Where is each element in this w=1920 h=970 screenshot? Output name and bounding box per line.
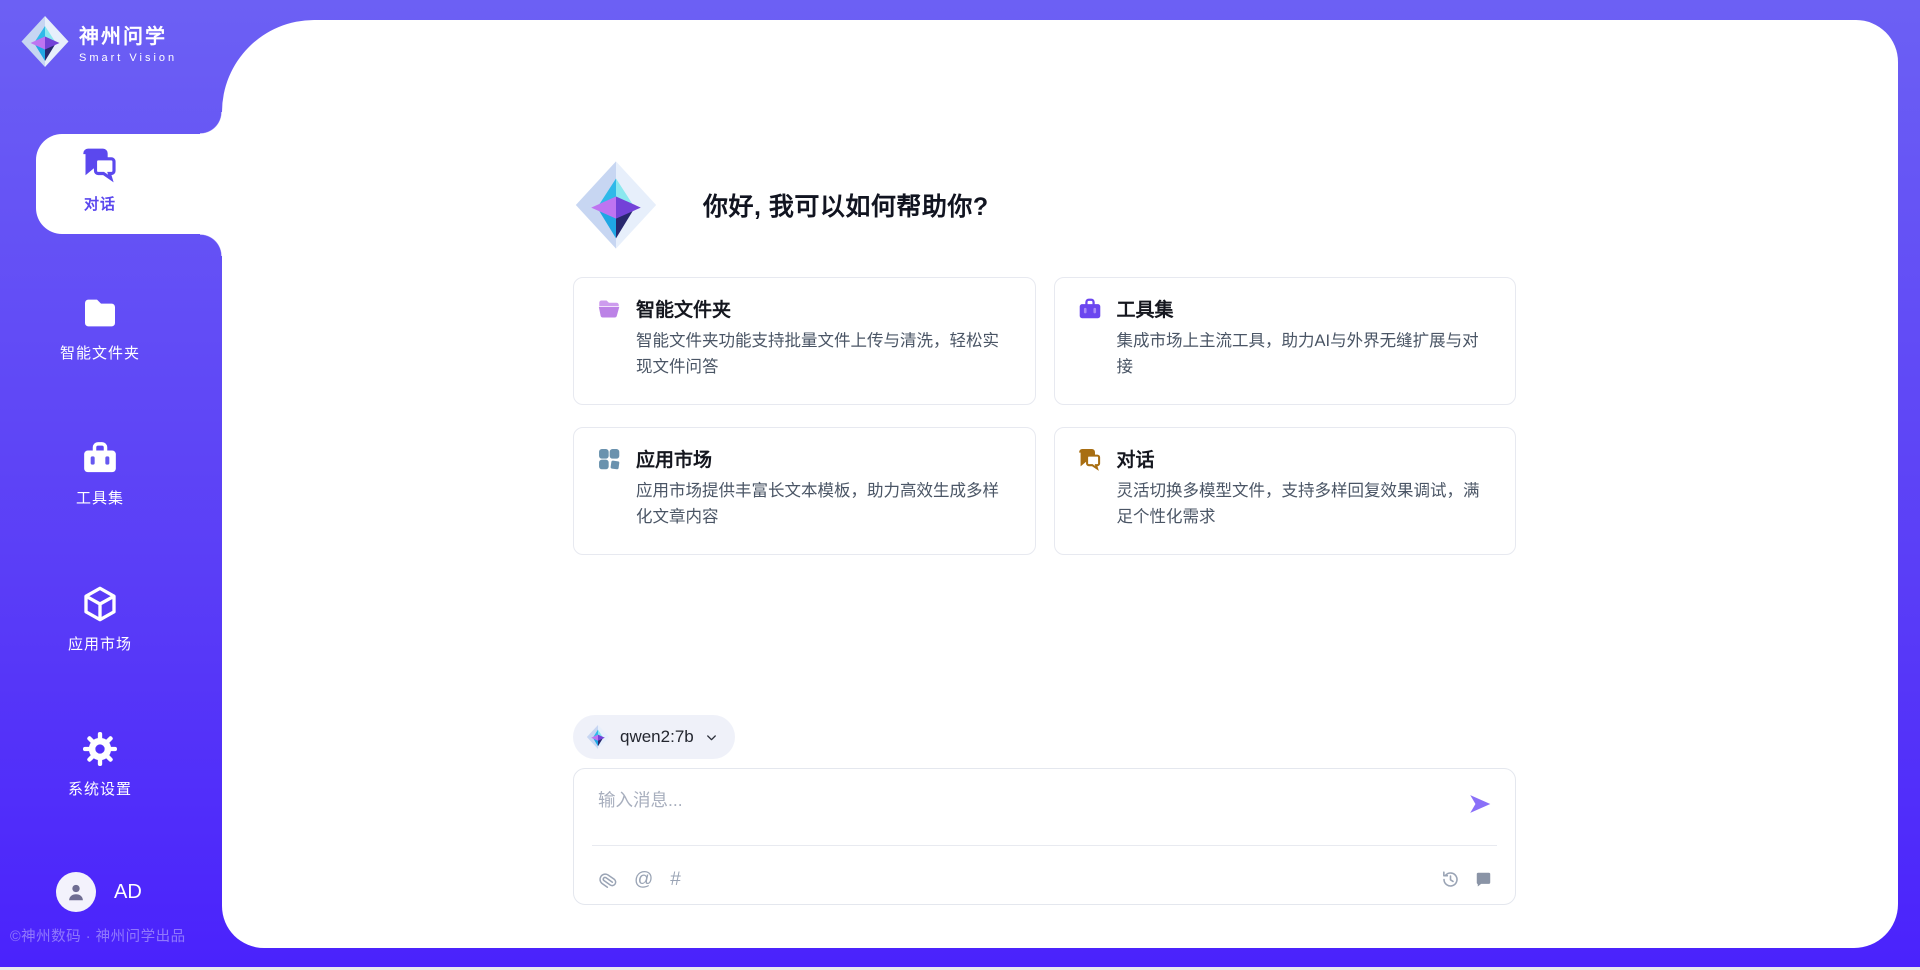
card-title: 对话: [1117, 445, 1155, 472]
app-logo: 神州问学 Smart Vision: [20, 14, 177, 69]
at-sign-icon[interactable]: @: [634, 870, 653, 889]
card-description: 灵活切换多模型文件，支持多样回复效果调试，满足个性化需求: [1117, 479, 1494, 530]
toolbox-icon: [1077, 296, 1103, 322]
composer-tools-left: @ #: [598, 870, 681, 889]
chat-square-icon[interactable]: [1474, 870, 1493, 889]
hash-icon[interactable]: #: [670, 870, 681, 889]
user-name: AD: [114, 881, 142, 904]
card-description: 集成市场上主流工具，助力AI与外界无缝扩展与对接: [1117, 329, 1494, 380]
model-selector[interactable]: qwen2:7b: [573, 715, 735, 759]
sidebar-item-smart-folder[interactable]: 智能文件夹: [0, 293, 200, 363]
card-title: 工具集: [1117, 295, 1174, 322]
card-chat[interactable]: 对话 灵活切换多模型文件，支持多样回复效果调试，满足个性化需求: [1054, 427, 1517, 555]
message-input[interactable]: [574, 769, 1394, 839]
composer-divider: [592, 845, 1497, 846]
brand-name: 神州问学: [79, 20, 177, 49]
gem-diamond-icon: [20, 14, 70, 69]
folder-icon: [80, 293, 120, 333]
sidebar-item-label: 应用市场: [68, 633, 132, 654]
apps-grid-icon: [596, 446, 622, 472]
sidebar-item-settings[interactable]: 系统设置: [0, 729, 200, 799]
card-smart-folder[interactable]: 智能文件夹 智能文件夹功能支持批量文件上传与清洗，轻松实现文件问答: [573, 277, 1036, 405]
paperclip-icon[interactable]: [598, 870, 617, 889]
gem-diamond-icon: [573, 158, 659, 252]
sidebar-item-label: 系统设置: [68, 778, 132, 799]
message-composer: @ #: [573, 768, 1516, 905]
gem-diamond-icon: [586, 724, 610, 750]
sidebar-item-toolbox[interactable]: 工具集: [0, 438, 200, 508]
send-button[interactable]: [1467, 791, 1493, 817]
user-account[interactable]: AD: [56, 872, 142, 912]
feature-cards: 智能文件夹 智能文件夹功能支持批量文件上传与清洗，轻松实现文件问答 工具集 集成…: [573, 277, 1516, 555]
toolbox-icon: [80, 438, 120, 478]
cube-icon: [80, 584, 120, 624]
card-app-market[interactable]: 应用市场 应用市场提供丰富长文本模板，助力高效生成多样化文章内容: [573, 427, 1036, 555]
person-icon: [65, 881, 87, 903]
folder-icon: [596, 296, 622, 322]
chat-bubbles-icon: [80, 144, 120, 184]
sidebar-item-label: 智能文件夹: [60, 342, 140, 363]
send-icon: [1467, 791, 1493, 817]
composer-tools-right: [1441, 870, 1493, 889]
history-icon[interactable]: [1441, 870, 1460, 889]
tab-fillet-bottom: [200, 234, 222, 256]
card-description: 应用市场提供丰富长文本模板，助力高效生成多样化文章内容: [636, 479, 1013, 530]
greeting: 你好, 我可以如何帮助你?: [573, 158, 989, 252]
gear-icon: [80, 729, 120, 769]
card-title: 应用市场: [636, 445, 712, 472]
model-name: qwen2:7b: [620, 727, 694, 747]
card-description: 智能文件夹功能支持批量文件上传与清洗，轻松实现文件问答: [636, 329, 1013, 380]
sidebar-item-chat[interactable]: 对话: [0, 144, 200, 214]
brand-subtitle: Smart Vision: [79, 52, 177, 64]
avatar: [56, 872, 96, 912]
sidebar-item-label: 对话: [84, 193, 116, 214]
card-title: 智能文件夹: [636, 295, 731, 322]
tab-fillet-top: [200, 112, 222, 134]
sidebar-item-app-market[interactable]: 应用市场: [0, 584, 200, 654]
sidebar-footer: ©神州数码 · 神州问学出品: [10, 925, 186, 946]
greeting-title: 你好, 我可以如何帮助你?: [703, 187, 989, 223]
chevron-down-icon: [704, 730, 719, 745]
sidebar: 神州问学 Smart Vision 对话 智能文件夹 工具集 应用市场: [0, 0, 222, 970]
sidebar-item-label: 工具集: [76, 487, 124, 508]
chat-bubbles-icon: [1077, 446, 1103, 472]
card-toolbox[interactable]: 工具集 集成市场上主流工具，助力AI与外界无缝扩展与对接: [1054, 277, 1517, 405]
